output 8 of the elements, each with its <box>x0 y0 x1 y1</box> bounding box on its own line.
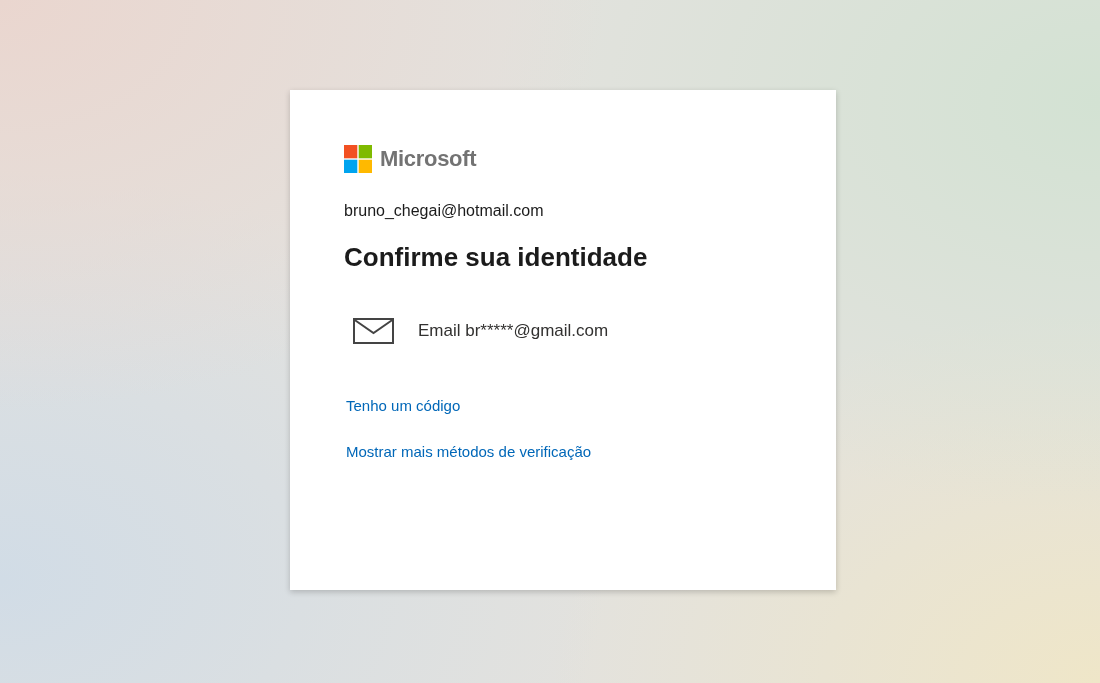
verification-option[interactable]: Email br*****@gmail.com <box>344 318 609 344</box>
envelope-icon <box>353 318 394 344</box>
account-email: bruno_chegai@hotmail.com <box>344 201 545 221</box>
text-link[interactable]: Tenho um código <box>346 396 461 416</box>
page-heading: Confirme sua identidade <box>344 241 649 274</box>
logo-wordmark: Microsoft <box>380 146 477 172</box>
text-link[interactable]: Mostrar mais métodos de verificação <box>346 442 592 462</box>
four-squares-logo-icon <box>344 145 372 173</box>
